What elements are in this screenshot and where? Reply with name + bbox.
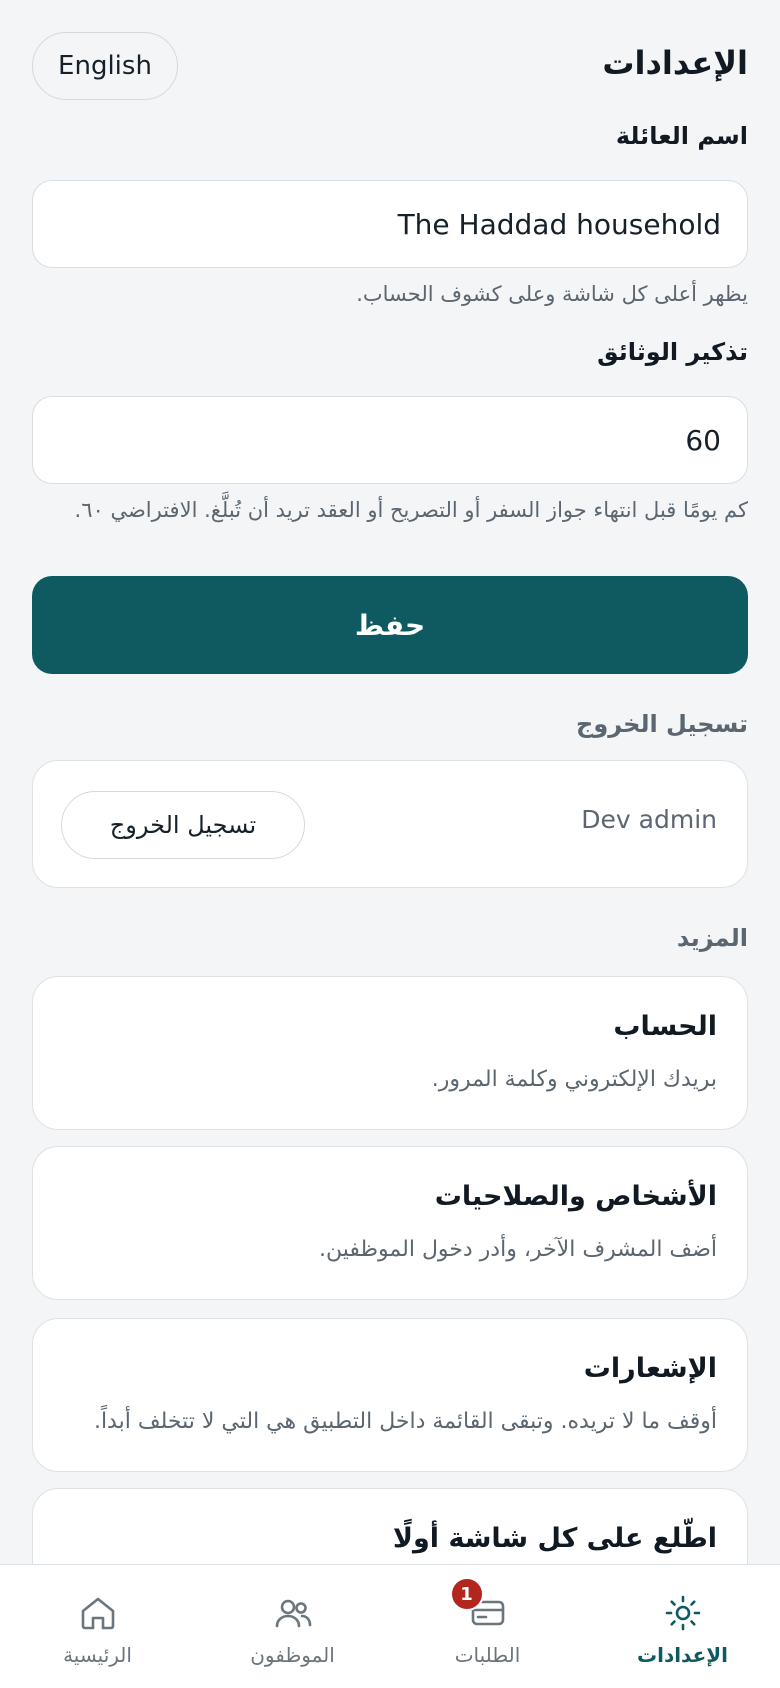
more-section-title: المزيد <box>676 924 748 952</box>
current-user-name: Dev admin <box>581 805 717 834</box>
language-toggle-button[interactable]: English <box>32 32 178 100</box>
logout-button[interactable]: تسجيل الخروج <box>61 791 305 859</box>
family-name-helper: يظهر أعلى كل شاشة وعلى كشوف الحساب. <box>356 282 748 306</box>
settings-screen: الإعدادات English اسم العائلة يظهر أعلى … <box>0 0 780 1688</box>
family-name-input[interactable] <box>59 207 721 241</box>
more-item-people-permissions[interactable]: الأشخاص والصلاحيات أضف المشرف الآخر، وأد… <box>32 1146 748 1300</box>
nav-item-requests[interactable]: 1 الطلبات <box>390 1565 585 1688</box>
more-item-title: اطّلع على كل شاشة أولًا <box>392 1523 717 1554</box>
logout-section-title: تسجيل الخروج <box>576 710 748 738</box>
more-item-title: الأشخاص والصلاحيات <box>434 1181 717 1212</box>
people-icon <box>271 1591 315 1635</box>
nav-label: الإعدادات <box>636 1643 729 1667</box>
nav-label: الرئيسية <box>63 1643 132 1667</box>
nav-item-home[interactable]: الرئيسية <box>0 1565 195 1688</box>
document-reminder-field-box[interactable] <box>32 396 748 484</box>
requests-badge: 1 <box>449 1577 484 1611</box>
nav-item-settings[interactable]: الإعدادات <box>585 1565 780 1688</box>
family-name-label: اسم العائلة <box>615 122 748 150</box>
more-item-description: أضف المشرف الآخر، وأدر دخول الموظفين. <box>319 1237 717 1262</box>
more-item-title: الحساب <box>613 1011 717 1042</box>
card-icon: 1 <box>449 1577 510 1635</box>
document-reminder-label: تذكير الوثائق <box>597 338 748 366</box>
gear-icon <box>661 1591 705 1635</box>
family-name-field-box[interactable] <box>32 180 748 268</box>
more-item-description: بريدك الإلكتروني وكلمة المرور. <box>431 1067 717 1092</box>
nav-label: الموظفون <box>250 1643 335 1667</box>
more-item-description: أوقف ما لا تريده. وتبقى القائمة داخل الت… <box>93 1409 717 1434</box>
document-reminder-input[interactable] <box>59 423 721 457</box>
logout-card: Dev admin تسجيل الخروج <box>32 760 748 888</box>
document-reminder-helper: كم يومًا قبل انتهاء جواز السفر أو التصري… <box>74 498 748 522</box>
page-title: الإعدادات <box>602 44 748 82</box>
more-item-notifications[interactable]: الإشعارات أوقف ما لا تريده. وتبقى القائم… <box>32 1318 748 1472</box>
header: الإعدادات English <box>32 30 748 100</box>
more-item-account[interactable]: الحساب بريدك الإلكتروني وكلمة المرور. <box>32 976 748 1130</box>
nav-item-employees[interactable]: الموظفون <box>195 1565 390 1688</box>
more-item-title: الإشعارات <box>583 1353 717 1384</box>
nav-label: الطلبات <box>454 1643 521 1667</box>
save-button[interactable]: حفظ <box>32 576 748 674</box>
bottom-navigation: الإعدادات 1 الطلبات الموظفون الرئيسية <box>0 1564 780 1688</box>
home-icon <box>76 1591 120 1635</box>
